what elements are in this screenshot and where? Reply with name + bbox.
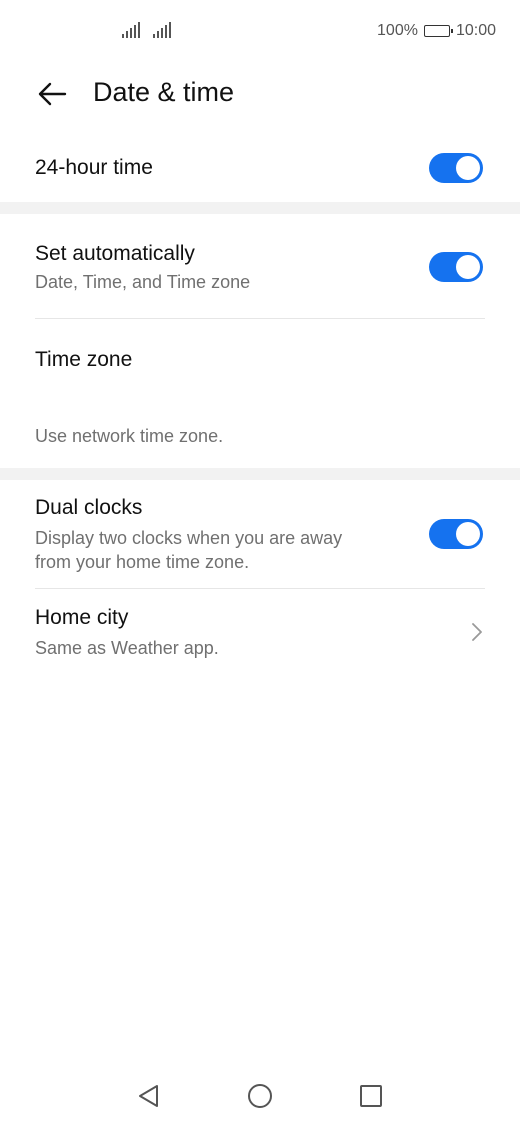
circle-home-icon [248,1084,272,1108]
signal-strength-icon [153,22,173,43]
chevron-right-icon [472,623,482,641]
toggle-set-automatically[interactable] [429,252,483,282]
nav-recents-button[interactable] [356,1081,386,1111]
page-title: Date & time [93,77,235,107]
clock: 10:00 [455,22,496,39]
battery-icon [423,25,453,37]
navigation-bar [0,1066,520,1126]
setting-subtitle: Date, Time, and Time zone [35,272,251,292]
setting-time-zone[interactable]: Time zone [35,346,485,374]
toggle-knob [456,522,480,546]
setting-home-city[interactable]: Home city Same as Weather app. [35,604,485,660]
setting-subtitle: Display two clocks when you are away [35,528,343,548]
time-zone-note: Use network time zone. [35,424,485,448]
section-divider [0,202,520,214]
setting-set-automatically[interactable]: Set automatically Date, Time, and Time z… [35,240,485,294]
setting-24-hour-time[interactable]: 24-hour time [35,154,485,182]
setting-subtitle: Same as Weather app. [35,638,219,658]
setting-title: Time zone [35,348,133,371]
battery-percent: 100% [377,22,418,39]
app-bar: Date & time [0,64,520,124]
setting-title: 24-hour time [35,156,153,179]
back-button[interactable] [34,76,70,112]
toggle-24-hour-time[interactable] [429,153,483,183]
nav-home-button[interactable] [245,1081,275,1111]
divider [35,318,485,319]
square-recents-icon [360,1085,382,1107]
setting-title: Dual clocks [35,496,143,519]
arrow-left-icon [38,82,67,106]
toggle-knob [456,255,480,279]
toggle-knob [456,156,480,180]
setting-subtitle: from your home time zone. [35,552,250,572]
nav-back-button[interactable] [134,1081,164,1111]
setting-subtitle: Use network time zone. [35,426,224,446]
status-bar: 100% 10:00 [0,0,520,64]
section-divider [0,468,520,480]
triangle-back-icon [139,1085,158,1107]
divider [35,588,485,589]
setting-title: Set automatically [35,242,195,265]
signal-strength-icon [122,22,142,43]
setting-dual-clocks[interactable]: Dual clocks Display two clocks when you … [35,494,400,574]
toggle-dual-clocks[interactable] [429,519,483,549]
setting-title: Home city [35,606,129,629]
